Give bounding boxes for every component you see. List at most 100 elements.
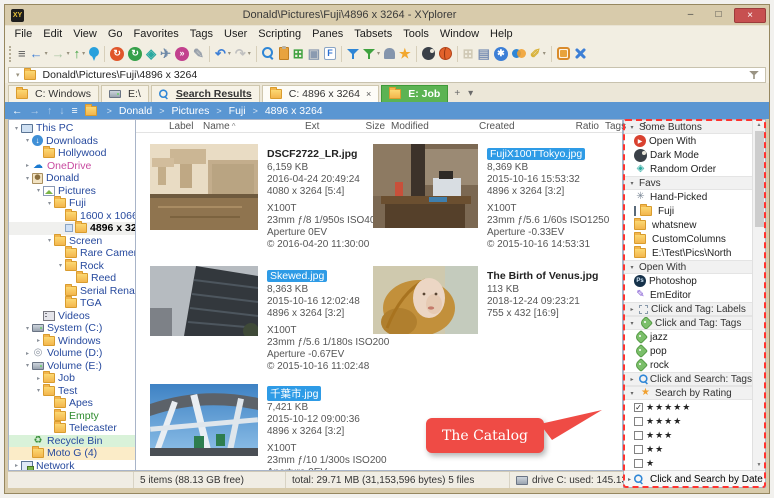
highlights-icon[interactable]: ★ — [397, 43, 413, 64]
dropdown-arrow-icon[interactable]: ▾ — [82, 50, 85, 57]
tree-item-downloads[interactable]: ▾Downloads — [9, 135, 135, 148]
tree-item-job[interactable]: ▸Job — [9, 372, 135, 385]
forward-icon[interactable]: →▾ — [50, 43, 72, 64]
chevron-down-icon[interactable]: ▾ — [628, 180, 636, 187]
catalog-item-jazz[interactable]: jazz — [624, 330, 752, 344]
menu-file[interactable]: File — [9, 28, 38, 40]
scroll-down-icon[interactable]: ▼ — [757, 460, 762, 470]
cleanup-icon[interactable]: ✐▾ — [528, 43, 548, 64]
column-header-size[interactable]: Size — [342, 121, 388, 132]
catalog-item-customcolumns[interactable]: CustomColumns — [624, 232, 752, 246]
tree-item-pictures[interactable]: ▾Pictures — [9, 185, 135, 198]
catalog-item-pop[interactable]: pop — [624, 344, 752, 358]
dropdown-arrow-icon[interactable]: ▾ — [228, 50, 231, 57]
column-header-modified[interactable]: Modified — [388, 121, 476, 132]
menu-tags[interactable]: Tags — [184, 28, 218, 40]
dropdown-arrow-icon[interactable]: ▾ — [67, 50, 70, 57]
tab-e[interactable]: E:\ — [101, 85, 149, 102]
tab-menu-button[interactable]: ▾ — [464, 88, 477, 99]
column-header-ext[interactable]: Ext — [302, 121, 342, 132]
address-dropdown-icon[interactable]: ▾ — [16, 71, 20, 79]
chevron-down-icon[interactable]: ▾ — [23, 175, 32, 182]
menu-edit[interactable]: Edit — [38, 28, 68, 40]
tree-item-this-pc[interactable]: ▾This PC — [9, 122, 135, 135]
catalog-bottom-row[interactable]: ▸ Click and Search by Date — [624, 470, 765, 487]
chevron-down-icon[interactable]: ▾ — [56, 262, 65, 269]
scroll-up-icon[interactable]: ▲ — [757, 120, 762, 130]
catalog-item-whatsnew[interactable]: whatsnew — [624, 218, 752, 232]
tab-c-windows[interactable]: C: Windows — [8, 85, 99, 102]
tree-item-videos[interactable]: Videos — [9, 310, 135, 323]
chevron-down-icon[interactable]: ▾ — [628, 320, 636, 327]
catalog-item-photoshop[interactable]: PsPhotoshop — [624, 274, 752, 288]
catalog-item-rock[interactable]: rock — [624, 358, 752, 372]
file-item[interactable]: The Birth of Venus.jpg 113 KB 2018-12-24… — [373, 266, 622, 384]
checkbox-icon[interactable] — [634, 417, 643, 426]
catalog-item-hand-picked[interactable]: ✳Hand-Picked — [624, 190, 752, 204]
ghost-filter-icon[interactable] — [382, 43, 397, 64]
undo-icon[interactable]: ↶▾ — [213, 43, 233, 64]
menu-tabsets[interactable]: Tabsets — [349, 28, 398, 40]
tree-panel-icon[interactable]: ⊞ — [291, 43, 306, 64]
tree-item-apes[interactable]: Apes — [9, 397, 135, 410]
catalog-item-random-order[interactable]: ◈Random Order — [624, 162, 752, 176]
tree-item-reed[interactable]: Reed — [9, 272, 135, 285]
refresh-icon[interactable]: ↻ — [108, 43, 126, 64]
thumbnail-chiba-city[interactable] — [150, 384, 258, 456]
tree-item-windows[interactable]: ▸Windows — [9, 335, 135, 348]
tree-item-donald[interactable]: ▾Donald — [9, 172, 135, 185]
thumbnail-birth-of-venus[interactable] — [373, 266, 478, 334]
tree-item-serial-rename[interactable]: Serial Rename — [9, 285, 135, 298]
tree-item-test[interactable]: ▾Test — [9, 385, 135, 398]
back-icon[interactable]: ← — [12, 105, 23, 117]
search-icon[interactable] — [260, 43, 277, 64]
title-bar[interactable]: XY Donald\Pictures\Fuji\4896 x 3264 - XY… — [5, 5, 769, 25]
configuration-icon[interactable]: ✱ — [492, 43, 510, 64]
catalog-rating-1-stars[interactable]: ★ — [624, 456, 752, 470]
catalog-item-open-with[interactable]: ▶Open With — [624, 134, 752, 148]
column-header-tags[interactable]: Tags — [602, 121, 640, 132]
column-header-rating[interactable]: Rating — [640, 121, 646, 132]
address-bar[interactable]: ▾ Donald\Pictures\Fuji\4896 x 3264 — [8, 67, 766, 83]
preview-pane-icon[interactable]: ▤ — [476, 43, 492, 64]
checkbox-icon[interactable] — [634, 431, 643, 440]
file-item[interactable]: 千葉市.jpg 7,421 KB 2015-10-12 09:00:36 489… — [150, 384, 373, 470]
column-header-label[interactable]: Label — [166, 121, 200, 132]
forward-icon[interactable]: → — [30, 105, 41, 117]
tree-item-empty[interactable]: Empty — [9, 410, 135, 423]
file-item[interactable]: Skewed.jpg 8,363 KB 2015-10-16 12:02:48 … — [150, 266, 373, 384]
tree-item-rock[interactable]: ▾Rock — [9, 260, 135, 273]
tree-item-screen[interactable]: ▾Screen — [9, 235, 135, 248]
tree-item-moto-g-4[interactable]: Moto G (4) — [9, 447, 135, 460]
tab-c-4896-x-3264[interactable]: C: 4896 x 3264× — [262, 85, 379, 102]
tree-item-tga[interactable]: TGA — [9, 297, 135, 310]
chevron-down-icon[interactable]: ▾ — [34, 187, 43, 194]
dropdown-arrow-icon[interactable]: ▾ — [248, 50, 251, 57]
column-header-ratio[interactable]: Ratio — [566, 121, 602, 132]
chevron-right-icon[interactable]: ▸ — [12, 462, 21, 469]
breadcrumb-folder-icon[interactable] — [85, 106, 97, 116]
menu-panes[interactable]: Panes — [307, 28, 349, 40]
catalog-header-click-and-search-tags[interactable]: ▸Click and Search: Tags — [624, 372, 752, 386]
breadcrumb-4896-x-3264[interactable]: 4896 x 3264 — [265, 105, 323, 117]
column-header-created[interactable]: Created — [476, 121, 566, 132]
thumbnail-fujix100ttokyo[interactable] — [373, 144, 478, 228]
dual-pane-icon[interactable]: ⊞ — [461, 43, 476, 64]
checkbox-checked-icon[interactable]: ✓ — [634, 403, 643, 412]
tree-item-telecaster[interactable]: Telecaster — [9, 422, 135, 435]
tree-item-fuji[interactable]: ▾Fuji — [9, 197, 135, 210]
menu-scripting[interactable]: Scripting — [253, 28, 307, 40]
catalog-header-search-by-rating[interactable]: ▾★Search by Rating — [624, 386, 752, 400]
chevron-right-icon[interactable]: ▸ — [23, 162, 32, 169]
chevron-down-icon[interactable]: ▾ — [628, 390, 636, 397]
queue-icon[interactable]: ◈ — [144, 43, 158, 64]
file-name[interactable]: 千葉市.jpg — [267, 386, 321, 401]
down-icon[interactable]: ↓ — [59, 105, 64, 117]
visual-filter-icon[interactable] — [345, 43, 361, 64]
file-name[interactable]: DSCF2722_LR.jpg — [264, 148, 360, 160]
file-name[interactable]: Skewed.jpg — [267, 270, 327, 282]
hot-tracking-icon[interactable] — [437, 43, 454, 64]
back-icon[interactable]: ←▾ — [28, 43, 50, 64]
tab-search-results[interactable]: Search Results — [151, 85, 260, 102]
tree-item-system-c[interactable]: ▾System (C:) — [9, 322, 135, 335]
